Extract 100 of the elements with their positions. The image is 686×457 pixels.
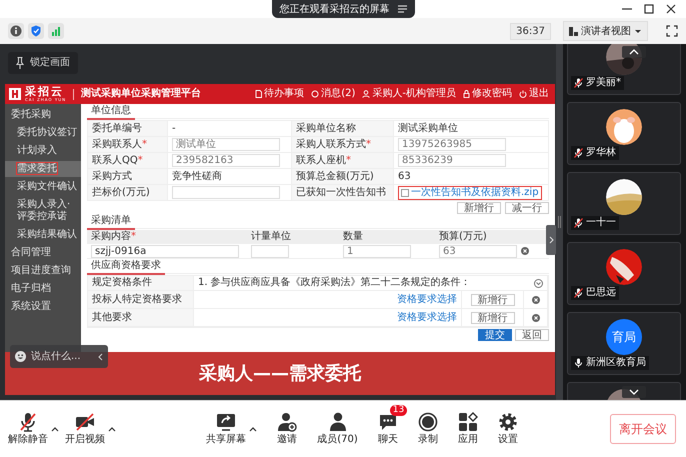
field-label: 采购人联系方式* xyxy=(292,137,394,153)
remove-icon[interactable] xyxy=(532,314,540,322)
emoji-icon[interactable] xyxy=(15,351,26,362)
caret-icon[interactable] xyxy=(51,426,59,432)
participant-name: 巴思远 xyxy=(586,287,616,299)
sidebar-item[interactable]: 委托协议签订 xyxy=(5,125,81,141)
apps-icon xyxy=(458,412,478,432)
field-label: 委托单编号 xyxy=(88,121,168,137)
apps-button[interactable]: 应用 xyxy=(458,412,478,446)
muted-camera-icon xyxy=(75,412,95,432)
condition-text: 1. 参与供应商应具备《政府采购法》第二十二条规定的条件： xyxy=(198,277,471,289)
invite-button[interactable]: 邀请 xyxy=(277,412,298,446)
header-link[interactable]: 待办事项 xyxy=(255,88,304,100)
mic-button[interactable]: 解除静音 xyxy=(8,412,48,446)
submit-button[interactable]: 提交 xyxy=(478,329,512,341)
row-label: 规定资格条件 xyxy=(92,277,152,289)
chat-input[interactable]: 说点什么... xyxy=(10,345,108,368)
field-label: 采购方式 xyxy=(88,169,168,185)
chat-icon xyxy=(378,412,398,432)
menu-icon[interactable] xyxy=(398,5,406,13)
muted-mic-icon xyxy=(18,412,38,432)
sidebar-item[interactable]: 需求委托 xyxy=(5,161,81,177)
sidebar-item[interactable]: 合同管理 xyxy=(5,245,81,261)
participant-name: 罗美丽* xyxy=(586,77,621,89)
input-field[interactable] xyxy=(172,186,280,199)
sidebar-item[interactable]: 采购文件确认 xyxy=(5,179,81,195)
file-link[interactable]: 一次性告知书及依据资料.zip xyxy=(411,186,539,198)
expand-handle-icon[interactable] xyxy=(546,225,556,255)
grip-icon[interactable] xyxy=(558,216,561,228)
invite-icon xyxy=(277,412,298,432)
sidebar-item[interactable]: 计划录入 xyxy=(5,143,81,159)
fullscreen-icon[interactable] xyxy=(666,25,678,37)
members-button[interactable]: 成员(70) xyxy=(317,412,358,446)
column-header: 采购内容* xyxy=(87,230,247,244)
row-button[interactable]: 新增行 xyxy=(457,202,501,214)
remove-icon[interactable] xyxy=(521,247,529,255)
sidebar-item[interactable]: 委托采购 xyxy=(5,107,81,123)
close-icon[interactable] xyxy=(666,4,676,14)
input-field[interactable] xyxy=(251,244,289,258)
expand-icon[interactable] xyxy=(534,278,543,288)
input-field[interactable]: 63 xyxy=(439,244,517,258)
column-header: 数量 xyxy=(339,230,435,244)
input-field[interactable]: 13975263985 xyxy=(398,138,506,151)
caret-icon[interactable] xyxy=(108,426,116,432)
input-field[interactable]: 1 xyxy=(343,244,411,258)
avatar: 育局 xyxy=(606,319,642,355)
sidebar-item[interactable]: 系统设置 xyxy=(5,299,81,315)
input-field[interactable]: 测试单位 xyxy=(172,138,280,151)
participant-name: 一十一 xyxy=(586,217,616,229)
view-mode-button[interactable]: 演讲者视图 xyxy=(563,21,648,41)
shield-icon[interactable] xyxy=(28,23,44,39)
sidebar-item[interactable]: 采购人录入·评委控承诺 xyxy=(5,197,81,225)
user-icon xyxy=(362,90,370,98)
share-screen-icon xyxy=(216,412,236,432)
scroll-down-icon[interactable] xyxy=(622,386,646,398)
header-link[interactable]: 采购人-机构管理员 xyxy=(362,88,456,100)
document-icon xyxy=(255,90,262,98)
header-link[interactable]: 消息(2) xyxy=(311,88,356,100)
pin-icon xyxy=(16,57,24,69)
select-link[interactable]: 资格要求选择 xyxy=(397,294,457,306)
remove-icon[interactable] xyxy=(532,296,540,304)
power-icon xyxy=(519,90,527,98)
camera-button[interactable]: 开启视频 xyxy=(65,412,105,446)
info-icon[interactable] xyxy=(8,23,24,39)
record-icon xyxy=(418,412,438,432)
settings-button[interactable]: 设置 xyxy=(498,412,518,446)
maximize-icon[interactable] xyxy=(644,4,654,14)
share-notice: 您正在观看采招云的屏幕 xyxy=(280,2,390,16)
row-button[interactable]: 减一行 xyxy=(505,202,549,214)
add-row-button[interactable]: 新增行 xyxy=(470,294,514,306)
select-link[interactable]: 资格要求选择 xyxy=(397,312,457,324)
checkbox-icon[interactable] xyxy=(401,188,409,196)
platform-title: 测试采购单位采购管理平台 xyxy=(81,88,202,100)
header-link[interactable]: 修改密码 xyxy=(463,88,512,100)
input-field[interactable]: szjj-0916a xyxy=(91,244,239,258)
sidebar-item[interactable]: 采购结果确认 xyxy=(5,227,81,243)
record-button[interactable]: 录制 xyxy=(418,412,438,446)
row-label: 其他要求 xyxy=(92,312,132,324)
caret-icon xyxy=(634,27,642,35)
field-label: 已获知一次性告知书 xyxy=(292,185,394,201)
input-field[interactable]: 85336239 xyxy=(398,154,506,167)
field-label: 联系人座机* xyxy=(292,153,394,169)
back-button[interactable]: 返回 xyxy=(515,329,549,341)
share-button[interactable]: 共享屏幕 xyxy=(206,412,246,446)
add-row-button[interactable]: 新增行 xyxy=(470,312,514,324)
collapse-icon[interactable] xyxy=(97,352,103,360)
sidebar-item[interactable]: 项目进度查询 xyxy=(5,263,81,279)
row-label: 投标人特定资格要求 xyxy=(92,294,182,306)
header-link[interactable]: 退出 xyxy=(519,88,549,100)
layout-icon xyxy=(569,26,578,36)
field-label: 采购单位名称 xyxy=(292,121,394,137)
field-label: 拦标价(万元) xyxy=(88,185,168,201)
input-field[interactable]: 239582163 xyxy=(172,154,280,167)
participant-name: 新洲区教育局 xyxy=(586,357,646,369)
logo-icon xyxy=(9,88,21,100)
leave-meeting-button[interactable]: 离开会议 xyxy=(610,414,676,444)
lock-screen-button[interactable]: 锁定画面 xyxy=(8,52,78,74)
sidebar-item[interactable]: 电子归档 xyxy=(5,281,81,297)
caret-icon[interactable] xyxy=(249,426,258,432)
scroll-up-icon[interactable] xyxy=(622,46,646,58)
